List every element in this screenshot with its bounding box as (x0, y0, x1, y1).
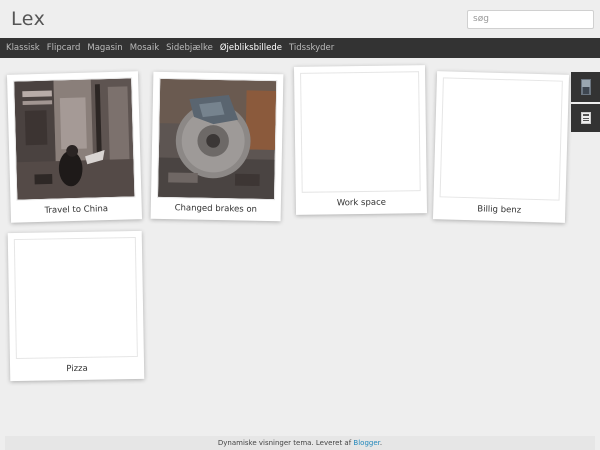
footer-suffix: . (379, 439, 383, 447)
nav-item-flipcard[interactable]: Flipcard (47, 43, 81, 53)
post-card-changed-brakes-on[interactable]: Changed brakes on (150, 71, 284, 222)
post-title[interactable]: Pizza (10, 363, 144, 375)
nav-item-magasin[interactable]: Magasin (87, 43, 122, 53)
footer: Dynamiske visninger tema. Leveret af Blo… (5, 436, 595, 450)
brake-disc-photo-icon (158, 78, 277, 200)
post-thumbnail-empty[interactable] (300, 71, 421, 193)
profile-thumbnail-icon (580, 79, 591, 95)
post-thumbnail-airport[interactable] (13, 77, 136, 201)
header: Lex søg (0, 0, 600, 38)
blogger-link[interactable]: Blogger (353, 439, 379, 447)
post-thumbnail-empty[interactable] (439, 77, 563, 201)
post-card-work-space[interactable]: Work space (293, 65, 428, 215)
search-input[interactable]: søg (467, 10, 594, 29)
post-thumbnail-brake-disc[interactable] (157, 77, 278, 201)
blog-title[interactable]: Lex (11, 8, 45, 30)
nav-item-ojebliksbillede[interactable]: Øjebliksbillede (220, 43, 282, 53)
post-card-billig-benz[interactable]: Billig benz (432, 71, 570, 223)
post-title[interactable]: Changed brakes on (151, 203, 281, 215)
nav-item-sidebjaelke[interactable]: Sidebjælke (166, 43, 213, 53)
archive-icon (580, 112, 591, 124)
post-thumbnail-empty[interactable] (13, 236, 138, 360)
nav-item-tidsskyder[interactable]: Tidsskyder (289, 43, 334, 53)
archive-widget-button[interactable] (571, 104, 600, 132)
post-card-pizza[interactable]: Pizza (7, 230, 145, 382)
profile-widget-button[interactable] (571, 72, 600, 102)
footer-text: Dynamiske visninger tema. Leveret af (217, 439, 354, 447)
nav-item-klassisk[interactable]: Klassisk (6, 43, 40, 53)
view-navbar: Klassisk Flipcard Magasin Mosaik Sidebjæ… (0, 38, 600, 58)
airport-photo-icon (14, 78, 135, 200)
nav-item-mosaik[interactable]: Mosaik (130, 43, 159, 53)
post-title[interactable]: Travel to China (11, 203, 142, 217)
post-card-travel-to-china[interactable]: Travel to China (6, 71, 143, 223)
post-title[interactable]: Billig benz (433, 203, 565, 217)
post-title[interactable]: Work space (296, 197, 427, 209)
